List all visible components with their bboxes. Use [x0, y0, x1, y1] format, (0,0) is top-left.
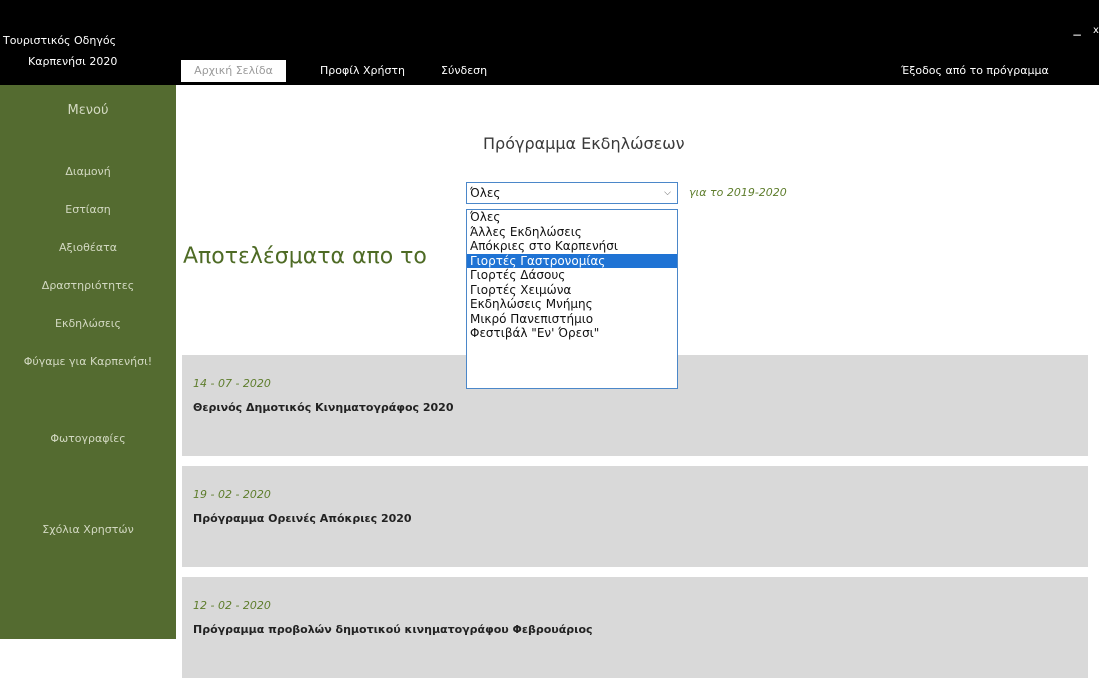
dropdown-option[interactable]: Φεστιβάλ "Εν' Όρεσι"	[467, 326, 677, 341]
sidebar-item-accommodation[interactable]: Διαμονή	[0, 165, 176, 178]
sidebar-item-go-to-karpenisi[interactable]: Φύγαμε για Καρπενήσι!	[0, 355, 176, 368]
event-card[interactable]: 19 - 02 - 2020 Πρόγραμμα Ορεινές Απόκριε…	[182, 466, 1088, 567]
category-select-value: Όλες	[470, 186, 501, 200]
nav-home-tab[interactable]: Αρχική Σελίδα	[181, 60, 286, 82]
app-title: Τουριστικός Οδηγός Καρπενήσι 2020	[0, 30, 160, 72]
year-label: για το 2019-2020	[689, 186, 787, 199]
nav-login-link[interactable]: Σύνδεση	[441, 60, 487, 82]
sidebar-item-comments[interactable]: Σχόλια Χρηστών	[0, 523, 176, 536]
sidebar-item-activities[interactable]: Δραστηριότητες	[0, 279, 176, 292]
event-title[interactable]: Πρόγραμμα προβολών δημοτικού κινηματογρά…	[193, 623, 593, 636]
dropdown-option[interactable]: Απόκριες στο Καρπενήσι	[467, 239, 677, 254]
event-title[interactable]: Θερινός Δημοτικός Κινηματογράφος 2020	[193, 401, 453, 414]
dropdown-option[interactable]: Άλλες Εκδηλώσεις	[467, 225, 677, 240]
sidebar-item-dining[interactable]: Εστίαση	[0, 203, 176, 216]
event-date: 14 - 07 - 2020	[193, 377, 271, 390]
results-heading: Αποτελέσματα απο το	[183, 244, 427, 269]
dropdown-option[interactable]: Γιορτές Χειμώνα	[467, 283, 677, 298]
close-icon[interactable]: x	[1093, 25, 1099, 36]
category-select[interactable]: Όλες ⌵	[466, 182, 678, 204]
app-title-line1: Τουριστικός Οδηγός	[3, 34, 117, 47]
sidebar-item-photos[interactable]: Φωτογραφίες	[0, 432, 176, 445]
category-dropdown-list: Όλες Άλλες Εκδηλώσεις Απόκριες στο Καρπε…	[466, 209, 678, 389]
exit-program-link[interactable]: Έξοδος από το πρόγραμμα	[901, 60, 1049, 82]
sidebar-item-events[interactable]: Εκδηλώσεις	[0, 317, 176, 330]
event-title[interactable]: Πρόγραμμα Ορεινές Απόκριες 2020	[193, 512, 412, 525]
event-date: 19 - 02 - 2020	[193, 488, 271, 501]
sidebar-item-sights[interactable]: Αξιοθέατα	[0, 241, 176, 254]
dropdown-option-highlighted[interactable]: Γιορτές Γαστρονομίας	[467, 253, 677, 268]
chevron-down-icon[interactable]: ⌵	[664, 183, 671, 203]
event-card[interactable]: 12 - 02 - 2020 Πρόγραμμα προβολών δημοτι…	[182, 577, 1088, 678]
nav-profile-link[interactable]: Προφίλ Χρήστη	[320, 60, 405, 82]
sidebar-menu-title: Μενού	[67, 103, 109, 118]
event-date: 12 - 02 - 2020	[193, 599, 271, 612]
dropdown-option[interactable]: Γιορτές Δάσους	[467, 268, 677, 283]
page-title: Πρόγραμμα Εκδηλώσεων	[483, 134, 685, 153]
dropdown-option[interactable]: Όλες	[467, 210, 677, 225]
dropdown-option[interactable]: Εκδηλώσεις Μνήμης	[467, 297, 677, 312]
sidebar: Μενού Διαμονή Εστίαση Αξιοθέατα Δραστηρι…	[0, 85, 176, 639]
app-title-line2: Καρπενήσι 2020	[28, 55, 118, 68]
dropdown-option[interactable]: Μικρό Πανεπιστήμιο	[467, 312, 677, 327]
minimize-icon[interactable]: −	[1072, 28, 1082, 42]
title-bar: Τουριστικός Οδηγός Καρπενήσι 2020 − x Αρ…	[0, 0, 1099, 85]
